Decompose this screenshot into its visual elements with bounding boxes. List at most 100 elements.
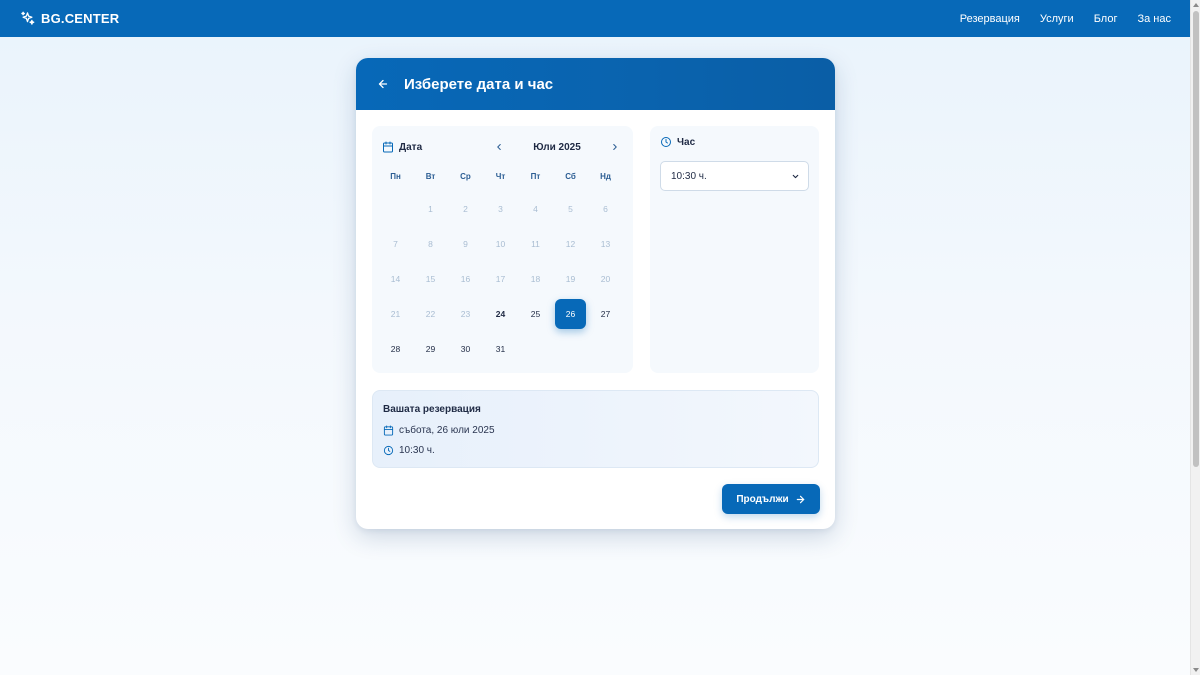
calendar-day-number: 1 [428, 203, 433, 214]
next-month-button[interactable] [608, 140, 622, 154]
weekday-label: Нд [600, 172, 611, 181]
page-scrollbar[interactable] [1190, 0, 1200, 675]
calendar-blank [378, 191, 413, 226]
calendar-day: 15 [413, 261, 448, 296]
calendar-day: 16 [448, 261, 483, 296]
weekday-label: Пт [530, 172, 541, 181]
calendar-day-number: 29 [425, 343, 436, 354]
back-button[interactable] [376, 77, 390, 91]
calendar-day: 7 [378, 226, 413, 261]
calendar-day[interactable]: 24 [483, 296, 518, 331]
calendar-day-number: 14 [390, 273, 401, 284]
page-title: Изберете дата и час [404, 75, 554, 93]
calendar-day-number: 3 [498, 203, 503, 214]
calendar-day-number: 28 [390, 343, 401, 354]
calendar-day: 23 [448, 296, 483, 331]
weekday-label: Ср [460, 172, 471, 181]
time-label: Час [660, 136, 695, 148]
calendar-day-number: 22 [425, 308, 436, 319]
calendar-day: 8 [413, 226, 448, 261]
calendar-day: 19 [553, 261, 588, 296]
calendar-day: 4 [518, 191, 553, 226]
nav-link-reservation[interactable]: Резервация [960, 13, 1020, 25]
arrow-right-icon [796, 495, 804, 503]
summary-date: събота, 26 юли 2025 [399, 425, 495, 436]
brand-name: BG.CENTER [41, 11, 120, 26]
brand-logo[interactable]: BG.CENTER [20, 11, 119, 26]
arrow-left-icon [378, 79, 388, 89]
main-nav: Резервация Услуги Блог За нас [960, 13, 1171, 25]
month-title: Юли 2025 [533, 141, 581, 153]
continue-button[interactable]: Продължи [722, 484, 820, 514]
scrollbar-thumb[interactable] [1193, 11, 1199, 467]
calendar-day-number: 15 [425, 273, 436, 284]
weekday-label: Пн [390, 172, 401, 181]
calendar-day: 6 [588, 191, 623, 226]
weekday-header: Пн Вт Ср Чт Пт Сб Нд [378, 172, 628, 181]
calendar-day[interactable]: 28 [378, 331, 413, 366]
calendar-day: 9 [448, 226, 483, 261]
nav-link-blog[interactable]: Блог [1094, 13, 1118, 25]
calendar-grid: 1 2 3 4 5 6 7 8 9 10 11 12 13 14 15 16 17 18 19 20 21 22 23 24 2… [378, 191, 628, 366]
weekday-label: Сб [565, 172, 576, 181]
nav-link-about[interactable]: За нас [1137, 13, 1171, 25]
card-header: Изберете дата и час [356, 58, 835, 110]
calendar-day-number: 13 [600, 238, 611, 249]
calendar-day: 5 [553, 191, 588, 226]
calendar-day-number: 17 [495, 273, 506, 284]
calendar-day[interactable]: 29 [413, 331, 448, 366]
calendar-day-number: 4 [533, 203, 538, 214]
month-navigator: Юли 2025 [492, 139, 622, 155]
summary-title: Вашата резервация [383, 404, 481, 415]
calendar-day-number: 23 [460, 308, 471, 319]
scroll-down-arrow[interactable] [1193, 668, 1199, 672]
calendar-day-number: 16 [460, 273, 471, 284]
weekday-label: Вт [425, 172, 436, 181]
nav-link-services[interactable]: Услуги [1040, 13, 1074, 25]
calendar-day: 22 [413, 296, 448, 331]
calendar-day-selected[interactable]: 26 [553, 296, 588, 331]
calendar-icon [383, 141, 393, 153]
calendar-day-number: 8 [428, 238, 433, 249]
scroll-up-arrow[interactable] [1193, 3, 1199, 7]
calendar-day[interactable]: 31 [483, 331, 518, 366]
calendar-day[interactable]: 25 [518, 296, 553, 331]
calendar-day-number: 25 [530, 308, 541, 319]
calendar-day-number: 30 [460, 343, 471, 354]
calendar-day-number: 11 [531, 238, 540, 249]
booking-card: Изберете дата и час Дата Юли 2025 Пн Вт Ср… [356, 58, 835, 529]
top-navbar: BG.CENTER Резервация Услуги Блог За нас [0, 0, 1190, 37]
time-select[interactable]: 10:30 ч. [660, 161, 809, 191]
calendar-day-number: 10 [495, 238, 506, 249]
date-label: Дата [382, 141, 422, 153]
calendar-day-number: 27 [600, 308, 611, 319]
calendar-day-number: 2 [463, 203, 468, 214]
calendar-day: 1 [413, 191, 448, 226]
calendar-day-number: 31 [495, 343, 506, 354]
calendar-day: 12 [553, 226, 588, 261]
calendar-day-number: 19 [565, 273, 576, 284]
calendar-day: 21 [378, 296, 413, 331]
calendar-day: 14 [378, 261, 413, 296]
calendar-day-number: 18 [530, 273, 541, 284]
date-label-text: Дата [399, 141, 423, 153]
weekday-label: Чт [495, 172, 506, 181]
chevron-left-icon [497, 143, 501, 151]
chevron-right-icon [613, 143, 617, 151]
sparkle-icon [21, 11, 35, 25]
calendar-day: 17 [483, 261, 518, 296]
calendar-day[interactable]: 27 [588, 296, 623, 331]
prev-month-button[interactable] [492, 140, 506, 154]
calendar-day-number: 5 [568, 203, 573, 214]
calendar-day: 2 [448, 191, 483, 226]
reservation-summary: Вашата резервация събота, 26 юли 2025 10… [372, 390, 819, 468]
time-panel: Час 10:30 ч. [650, 126, 819, 373]
time-select-value: 10:30 ч. [671, 170, 707, 182]
calendar-day[interactable]: 30 [448, 331, 483, 366]
calendar-icon [383, 425, 394, 436]
calendar-header: Дата Юли 2025 [382, 139, 623, 155]
calendar-day-number: 7 [393, 238, 398, 249]
summary-time: 10:30 ч. [399, 445, 435, 456]
time-label-text: Час [677, 136, 696, 148]
calendar-day: 10 [483, 226, 518, 261]
